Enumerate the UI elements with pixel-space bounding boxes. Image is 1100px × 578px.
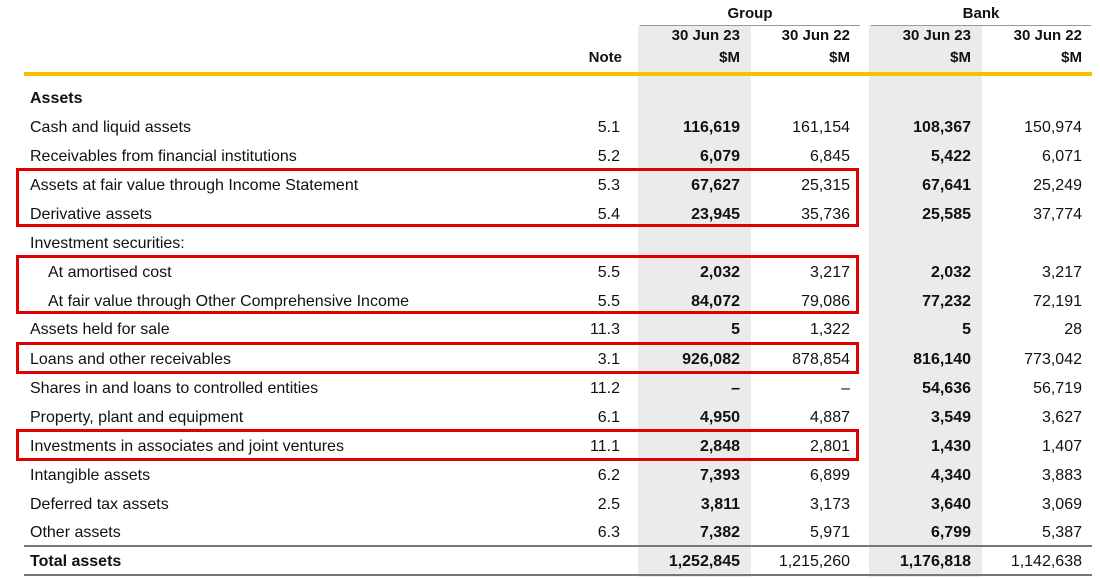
group-2022-total: 1,215,260 — [778, 553, 850, 570]
group-2023-value: 7,382 — [699, 524, 740, 541]
row-label: Property, plant and equipment — [30, 409, 244, 426]
row-note: 6.1 — [597, 409, 620, 426]
group-2023-value: 5 — [731, 321, 740, 338]
group-date-2023: 30 Jun 23 — [671, 27, 740, 44]
bank-unit-2022: $M — [1061, 49, 1082, 66]
group-header-underline — [640, 25, 860, 26]
bank-2022-value: 1,407 — [1041, 438, 1082, 455]
bank-2023-value: 816,140 — [913, 351, 971, 368]
bank-2023-value: 3,549 — [930, 409, 971, 426]
bank-2023-value: 3,640 — [930, 496, 971, 513]
bank-2022-value: 6,071 — [1041, 148, 1082, 165]
row-label: Assets held for sale — [30, 321, 170, 338]
group-2023-value: 4,950 — [699, 409, 740, 426]
bank-2022-value: 773,042 — [1024, 351, 1082, 368]
row-label: Other assets — [30, 524, 121, 541]
highlight-box-associates — [16, 429, 859, 461]
bank-2022-value: 3,217 — [1041, 264, 1082, 281]
table-row: Shares in and loans to controlled entiti… — [0, 374, 1100, 403]
group-2023-total: 1,252,845 — [668, 553, 740, 570]
bank-2022-value: 3,627 — [1041, 409, 1082, 426]
row-note: 2.5 — [597, 496, 620, 513]
row-note: 11.3 — [590, 321, 620, 338]
bank-2023-value: 2,032 — [930, 264, 971, 281]
table-row: Cash and liquid assets 5.1 116,619 161,1… — [0, 113, 1100, 142]
group-2022-value: 4,887 — [809, 409, 850, 426]
group-2023-value: 6,079 — [699, 148, 740, 165]
group-2022-value: 5,971 — [809, 524, 850, 541]
group-2023-value: – — [731, 380, 740, 397]
table-row: Assets — [0, 84, 1100, 113]
bank-2023-value: 4,340 — [930, 467, 971, 484]
group-unit-2022: $M — [829, 49, 850, 66]
bank-2022-value: 72,191 — [1033, 293, 1082, 310]
group-2022-value: – — [841, 380, 850, 397]
table-row: Property, plant and equipment 6.1 4,950 … — [0, 403, 1100, 432]
group-2023-value: 7,393 — [699, 467, 740, 484]
highlight-box-investment-securities — [16, 255, 859, 314]
bank-2022-value: 150,974 — [1024, 119, 1082, 136]
bank-2023-value: 77,232 — [922, 293, 971, 310]
row-label: Investment securities: — [30, 235, 185, 252]
row-note: 6.2 — [597, 467, 620, 484]
bank-2023-value: 1,430 — [930, 438, 971, 455]
row-label: Assets — [30, 90, 83, 107]
total-bottom-rule — [24, 574, 1092, 576]
bank-2022-value: 28 — [1064, 321, 1082, 338]
bank-2023-value: 67,641 — [922, 177, 971, 194]
highlight-box-fair-value-derivatives — [16, 168, 859, 227]
bank-unit-2023: $M — [950, 49, 971, 66]
bank-2023-value: 25,585 — [922, 206, 971, 223]
table-row: Deferred tax assets 2.5 3,811 3,173 3,64… — [0, 490, 1100, 519]
bank-2022-value: 56,719 — [1033, 380, 1082, 397]
group-unit-2023: $M — [719, 49, 740, 66]
group-2022-value: 6,899 — [809, 467, 850, 484]
row-label: Total assets — [30, 553, 122, 570]
bank-header: Bank — [962, 5, 1000, 22]
bank-2023-value: 108,367 — [913, 119, 971, 136]
row-label: Intangible assets — [30, 467, 151, 484]
bank-header-underline — [871, 25, 1091, 26]
group-header: Group — [727, 5, 773, 22]
group-2022-value: 3,173 — [809, 496, 850, 513]
bank-2022-value: 3,883 — [1041, 467, 1082, 484]
highlight-box-loans — [16, 342, 859, 374]
row-note: 5.1 — [597, 119, 620, 136]
bank-2022-value: 5,387 — [1041, 524, 1082, 541]
header-rule — [24, 72, 1092, 76]
group-2023-value: 116,619 — [683, 119, 740, 136]
group-2022-value: 161,154 — [792, 119, 850, 136]
bank-2023-value: 5 — [962, 321, 971, 338]
bank-date-2023: 30 Jun 23 — [902, 27, 971, 44]
bank-date-2022: 30 Jun 22 — [1013, 27, 1082, 44]
bank-2022-value: 37,774 — [1033, 206, 1082, 223]
total-row: Total assets 1,252,845 1,215,260 1,176,8… — [0, 547, 1100, 576]
row-label: Shares in and loans to controlled entiti… — [30, 380, 319, 397]
row-label: Deferred tax assets — [30, 496, 169, 513]
table-row: Other assets 6.3 7,382 5,971 6,799 5,387 — [0, 518, 1100, 547]
group-2022-value: 1,322 — [809, 321, 850, 338]
bank-2023-total: 1,176,818 — [899, 553, 971, 570]
bank-2023-value: 5,422 — [930, 148, 971, 165]
bank-2022-total: 1,142,638 — [1010, 553, 1082, 570]
table-row: Intangible assets 6.2 7,393 6,899 4,340 … — [0, 461, 1100, 490]
bank-2023-value: 6,799 — [930, 524, 971, 541]
bank-2022-value: 3,069 — [1041, 496, 1082, 513]
group-date-2022: 30 Jun 22 — [781, 27, 850, 44]
note-header: Note — [588, 49, 622, 66]
row-note: 6.3 — [597, 524, 620, 541]
group-2023-value: 3,811 — [700, 496, 740, 513]
row-note: 5.2 — [597, 148, 620, 165]
table-row: Investment securities: — [0, 229, 1100, 258]
group-2022-value: 6,845 — [809, 148, 850, 165]
row-note: 11.2 — [590, 380, 620, 397]
row-label: Cash and liquid assets — [30, 119, 191, 136]
table-row: Receivables from financial institutions … — [0, 142, 1100, 171]
row-label: Receivables from financial institutions — [30, 148, 297, 165]
bank-2022-value: 25,249 — [1033, 177, 1082, 194]
bank-2023-value: 54,636 — [922, 380, 971, 397]
table-row: Assets held for sale 11.3 5 1,322 5 28 — [0, 315, 1100, 344]
